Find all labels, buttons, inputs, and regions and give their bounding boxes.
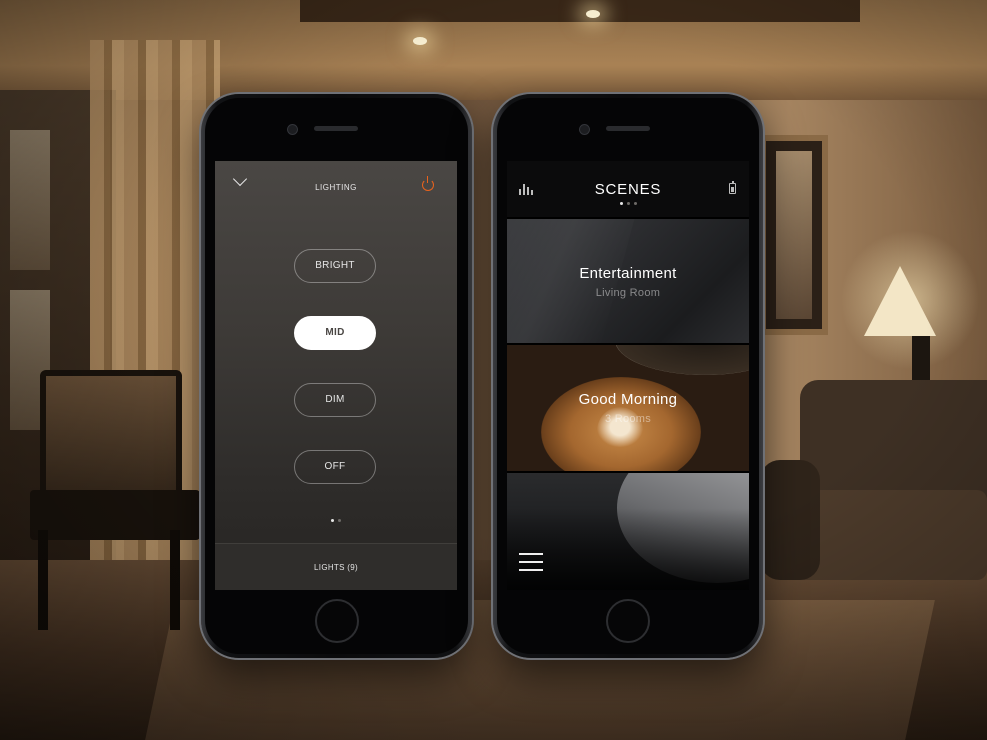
coffee-saucer-image — [615, 345, 749, 375]
scene-subtitle: 3 Rooms — [604, 413, 652, 425]
scene-card-third[interactable] — [507, 473, 749, 590]
scene-card-good-morning[interactable]: Good Morning 3 Rooms — [507, 345, 749, 471]
battery-icon[interactable] — [729, 181, 736, 194]
home-button[interactable] — [606, 599, 650, 643]
off-button[interactable]: OFF — [294, 450, 376, 484]
front-camera — [579, 124, 590, 135]
earpiece-speaker — [314, 126, 358, 131]
phone-lighting: LIGHTING BRIGHT MID DIM OFF LIGHTS (9) — [201, 94, 472, 658]
scene-card-entertainment[interactable]: Entertainment Living Room — [507, 219, 749, 343]
page-dot — [633, 202, 637, 205]
front-camera — [287, 124, 298, 135]
home-button[interactable] — [315, 599, 359, 643]
scenes-screen: SCENES Entertainment Living Room Good Mo… — [507, 161, 749, 590]
card-fade — [507, 473, 749, 590]
scene-name: Good Morning — [578, 391, 678, 408]
power-icon[interactable] — [422, 176, 434, 191]
page-indicator — [507, 202, 749, 205]
page-dot — [626, 202, 630, 205]
scene-name: Entertainment — [579, 265, 677, 282]
scenes-header: SCENES — [507, 161, 749, 217]
earpiece-speaker — [606, 126, 650, 131]
page-dot-active — [619, 202, 623, 205]
lights-footer-button[interactable]: LIGHTS (9) — [215, 543, 457, 590]
phone-scenes: SCENES Entertainment Living Room Good Mo… — [493, 94, 763, 658]
lighting-title: LIGHTING — [315, 183, 357, 192]
lighting-header: LIGHTING — [215, 161, 457, 205]
lighting-screen: LIGHTING BRIGHT MID DIM OFF LIGHTS (9) — [215, 161, 457, 590]
menu-icon[interactable] — [519, 553, 543, 571]
scene-subtitle: Living Room — [595, 287, 661, 299]
dim-button[interactable]: DIM — [294, 383, 376, 417]
bright-button[interactable]: BRIGHT — [294, 249, 376, 283]
scenes-title: SCENES — [594, 181, 662, 198]
page-indicator — [215, 519, 457, 522]
page-dot-active — [331, 519, 334, 522]
mid-button[interactable]: MID — [294, 316, 376, 350]
page-dot — [338, 519, 341, 522]
